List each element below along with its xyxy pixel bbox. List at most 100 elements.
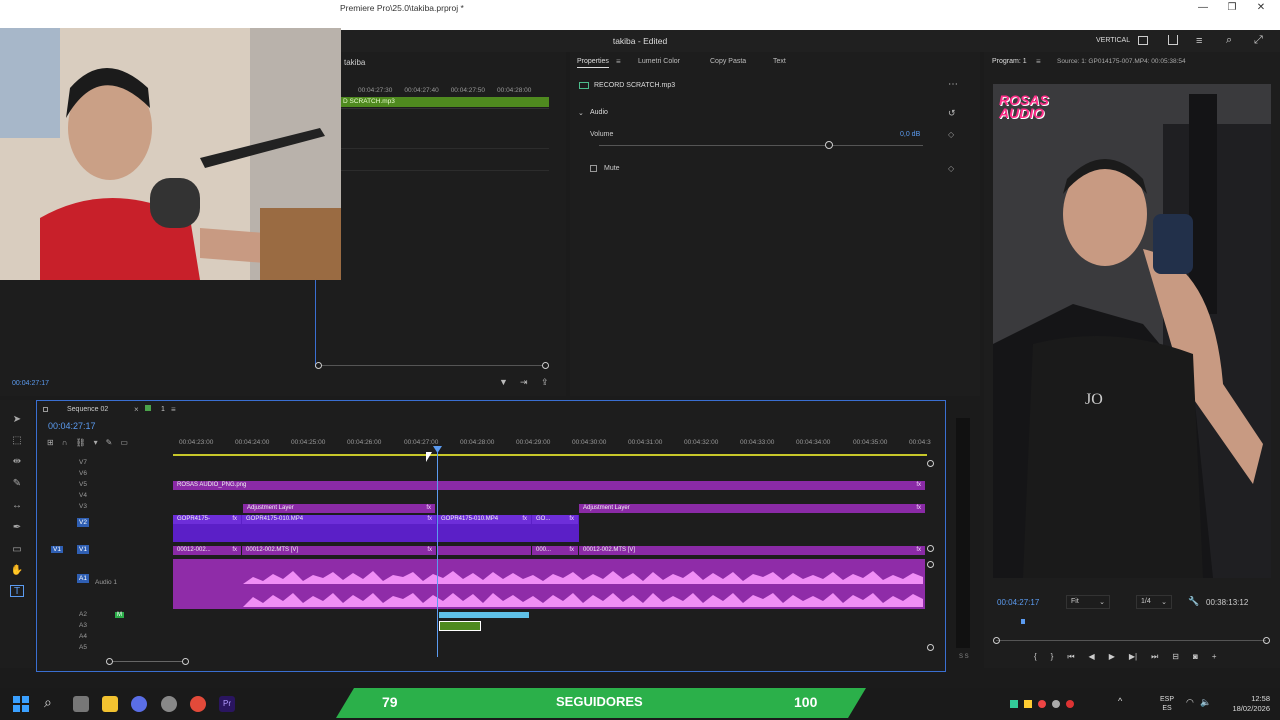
tray-app-icon[interactable]: [1038, 700, 1046, 708]
sequence-count[interactable]: 1: [161, 406, 165, 413]
track-label-a4[interactable]: A4: [79, 633, 87, 640]
rectangle-tool-icon[interactable]: ▭: [10, 544, 24, 556]
filter-icon[interactable]: ▼: [499, 377, 508, 387]
track-label-a5[interactable]: A5: [79, 644, 87, 651]
close-tab-icon[interactable]: ×: [134, 405, 139, 414]
app-icon[interactable]: [131, 696, 147, 712]
search-icon[interactable]: ⌕: [1226, 34, 1232, 47]
tray-app-icon[interactable]: [1010, 700, 1018, 708]
collapse-chevron-icon[interactable]: ⌄: [578, 109, 584, 117]
play-icon[interactable]: ▶: [1109, 652, 1115, 662]
resolution-dropdown[interactable]: 1/4 ⌄: [1136, 595, 1172, 609]
mark-out-icon[interactable]: }: [1051, 652, 1054, 662]
menu-icon[interactable]: ≡: [1196, 35, 1202, 47]
wifi-icon[interactable]: ◠: [1186, 697, 1194, 708]
task-view-icon[interactable]: [73, 696, 89, 712]
audio-clip-a1[interactable]: [173, 559, 925, 609]
insert-icon[interactable]: ⇥: [520, 377, 528, 388]
more-icon[interactable]: ⋯: [948, 79, 958, 90]
volume-value[interactable]: 0,0 dB: [900, 131, 920, 138]
restore-button[interactable]: ❐: [1225, 2, 1239, 13]
source-timecode[interactable]: 00:04:27:17: [12, 380, 49, 387]
clip-gopr4175-010[interactable]: GOPR4175-010.MP4 fx: [437, 515, 531, 524]
pen-tool-icon[interactable]: ✒: [10, 522, 24, 534]
track-label-v1[interactable]: V1: [77, 545, 89, 554]
clip-gopr4175-010[interactable]: GOPR4175-010.MP4 fx: [242, 515, 436, 524]
vertical-scroll-handle[interactable]: [927, 545, 934, 552]
menu-icon[interactable]: ≡: [171, 405, 176, 414]
clip-gopr4175-short[interactable]: GO... fx: [532, 515, 578, 524]
chrome-icon[interactable]: [190, 696, 206, 712]
volume-slider-track[interactable]: [599, 145, 923, 146]
clip-rosas-audio[interactable]: ROSAS AUDIO_PNG.png fx: [173, 481, 925, 490]
program-timecode[interactable]: 00:04:27:17: [997, 598, 1039, 607]
hand-tool-icon[interactable]: ✋: [10, 565, 24, 577]
captions-icon[interactable]: ▭: [120, 438, 128, 447]
tab-lumetri-color[interactable]: Lumetri Color: [638, 58, 680, 65]
slip-tool-icon[interactable]: ↔: [10, 500, 24, 512]
scroll-handle-right[interactable]: [182, 658, 189, 665]
mute-checkbox[interactable]: [590, 165, 597, 172]
program-video-frame[interactable]: JO ROSAS AUDIO: [993, 84, 1271, 578]
clip-00012-002-mts[interactable]: 00012-002.MTS [V] fx: [242, 546, 436, 555]
timeline-scrollbar[interactable]: [109, 661, 187, 662]
selection-tool-icon[interactable]: ➤: [10, 414, 24, 426]
chevron-up-icon[interactable]: ^: [1118, 696, 1122, 706]
clip-00012-002[interactable]: 00012-002... fx: [173, 546, 241, 555]
step-back-icon[interactable]: ◀: [1089, 652, 1095, 662]
source-ruler[interactable]: 00:04:27:30 00:04:27:40 00:04:27:50 00:0…: [358, 87, 531, 94]
wrench-icon[interactable]: ✎: [106, 438, 113, 447]
go-to-out-icon[interactable]: ⏭: [1151, 652, 1158, 662]
vertical-scroll-handle[interactable]: [927, 561, 934, 568]
tray-app-icon[interactable]: [1024, 700, 1032, 708]
language-indicator[interactable]: ESP ES: [1160, 695, 1174, 713]
track-label-v6[interactable]: V6: [79, 470, 87, 477]
camera-icon[interactable]: ◙: [1193, 652, 1198, 662]
source-patch-v1[interactable]: V1: [51, 546, 63, 553]
lift-icon[interactable]: ⊟: [1172, 652, 1179, 662]
keyframe-icon[interactable]: ◇: [948, 164, 954, 173]
track-label-a1[interactable]: A1: [77, 574, 89, 583]
audio-section-title[interactable]: Audio: [590, 109, 608, 116]
close-button[interactable]: ✕: [1254, 2, 1268, 13]
meter-solo-labels[interactable]: S S: [959, 654, 969, 660]
mark-in-icon[interactable]: {: [1034, 652, 1037, 662]
clip-adjustment-layer[interactable]: Adjustment Layer fx: [243, 504, 435, 513]
scroll-handle-left[interactable]: [106, 658, 113, 665]
tray-app-icon[interactable]: [1052, 700, 1060, 708]
reset-icon[interactable]: ↺: [948, 108, 956, 119]
volume-icon[interactable]: 🔈: [1200, 697, 1211, 708]
source-tab[interactable]: takiba: [344, 58, 365, 67]
track-label-v5[interactable]: V5: [79, 481, 87, 488]
track-label-a3[interactable]: A3: [79, 622, 87, 629]
tab-properties[interactable]: Properties: [577, 58, 609, 68]
scroll-handle-right[interactable]: [1263, 637, 1270, 644]
menu-icon[interactable]: ≡: [616, 57, 621, 66]
dragged-clip-ghost[interactable]: [439, 621, 481, 631]
volume-slider-thumb[interactable]: [825, 141, 834, 149]
track-label-v3[interactable]: V3: [79, 503, 87, 510]
clip-adjustment-layer[interactable]: Adjustment Layer fx: [579, 504, 925, 513]
track-label-v7[interactable]: V7: [79, 459, 87, 466]
tab-text[interactable]: Text: [773, 58, 786, 65]
tab-copy-pasta[interactable]: Copy Pasta: [710, 58, 746, 65]
track-label-v4[interactable]: V4: [79, 492, 87, 499]
panel-icon[interactable]: [1138, 36, 1148, 45]
export-icon[interactable]: ⇪: [541, 377, 549, 388]
source-audio-clip[interactable]: D SCRATCH.mp3: [341, 97, 549, 107]
clip-gopr4175[interactable]: GOPR4175- fx: [173, 515, 241, 524]
search-icon[interactable]: ⌕: [44, 694, 52, 711]
zoom-scroll-bar[interactable]: [318, 365, 548, 366]
premiere-pro-icon[interactable]: Pr: [219, 696, 235, 712]
steam-icon[interactable]: [161, 696, 177, 712]
ripple-edit-icon[interactable]: ⇹: [10, 456, 24, 468]
scroll-handle-left[interactable]: [993, 637, 1000, 644]
snap-icon[interactable]: ∩: [62, 438, 68, 447]
workspace-label[interactable]: VERTICAL: [1096, 37, 1130, 44]
file-explorer-icon[interactable]: [102, 696, 118, 712]
program-scrubber[interactable]: [996, 640, 1266, 641]
windows-start-icon[interactable]: [13, 696, 29, 712]
menu-icon[interactable]: ≡: [1036, 57, 1041, 66]
type-tool-icon[interactable]: T: [10, 585, 24, 597]
audio-clip-record-scratch[interactable]: [438, 611, 530, 619]
